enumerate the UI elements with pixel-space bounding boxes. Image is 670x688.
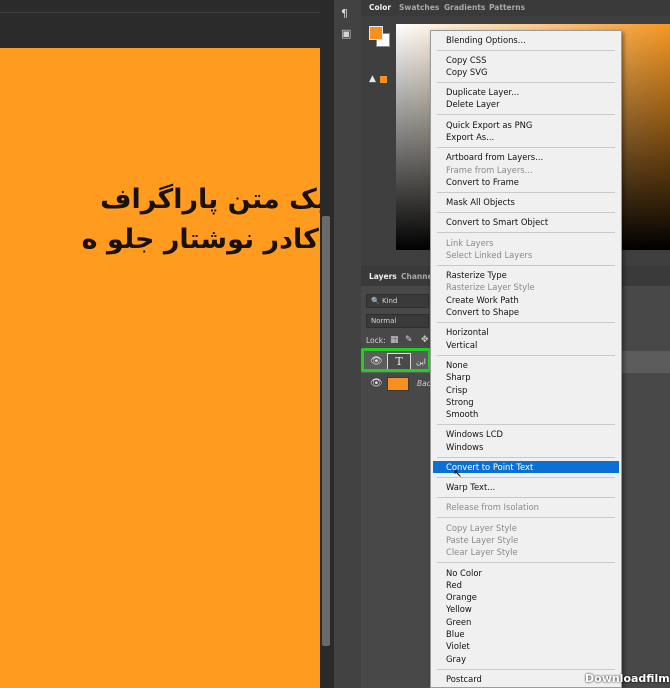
lock-move-icon[interactable]: ✥ [421, 335, 429, 345]
menu-item-green[interactable]: Green [431, 616, 621, 628]
kind-filter-label: Kind [381, 297, 398, 305]
menu-item-copy-svg[interactable]: Copy SVG [431, 66, 621, 78]
lock-label: Lock: [366, 336, 386, 345]
menu-separator [437, 517, 615, 518]
menu-item-gray[interactable]: Gray [431, 653, 621, 665]
document-pasteboard [0, 0, 320, 48]
menu-item-quick-export-png[interactable]: Quick Export as PNG [431, 119, 621, 131]
menu-separator [437, 147, 615, 148]
panel-icon-strip: ¶ ▣ [333, 0, 361, 688]
menu-separator [437, 355, 615, 356]
menu-separator [437, 82, 615, 83]
blend-mode-select[interactable]: Normal [366, 314, 429, 328]
menu-item-convert-to-frame[interactable]: Convert to Frame [431, 176, 621, 188]
canvas-text-line-1[interactable]: این یک متن پاراگراف [100, 184, 320, 215]
menu-separator [437, 562, 615, 563]
menu-item-rasterize-layer-style: Rasterize Layer Style [446, 282, 535, 292]
menu-item-blue[interactable]: Blue [431, 628, 621, 640]
tab-patterns[interactable]: Patterns [489, 3, 525, 12]
ruler-line [0, 12, 320, 13]
scrollbar-thumb[interactable] [322, 216, 330, 646]
menu-item-orange[interactable]: Orange [431, 591, 621, 603]
menu-item-delete-layer[interactable]: Delete Layer [431, 98, 621, 110]
menu-item-violet[interactable]: Violet [431, 640, 621, 652]
mouse-cursor-icon: ↖ [453, 467, 463, 480]
menu-item-frame-from-layers: Frame from Layers... [446, 165, 533, 175]
menu-separator [437, 457, 615, 458]
menu-item-warp-text[interactable]: Warp Text... [431, 481, 621, 493]
color-panel-tabs: Color Swatches Gradients Patterns [361, 0, 670, 16]
menu-item-paste-layer-style: Paste Layer Style [446, 535, 519, 545]
canvas-area: این یک متن پاراگراف توی کادر نوشتار جلو … [0, 0, 333, 688]
menu-item-mask-all-objects[interactable]: Mask All Objects [431, 196, 621, 208]
menu-separator [437, 669, 615, 670]
menu-item-duplicate-layer[interactable]: Duplicate Layer... [431, 86, 621, 98]
comment-icon[interactable]: ▣ [341, 28, 351, 40]
background-layer-thumbnail[interactable] [387, 377, 409, 391]
menu-separator [437, 265, 615, 266]
gamut-color-chip[interactable] [380, 76, 387, 83]
kind-filter-select[interactable]: 🔍 Kind [366, 294, 429, 308]
paragraph-icon[interactable]: ¶ [341, 8, 348, 20]
lock-transparent-icon[interactable]: ▦ [390, 335, 399, 345]
menu-item-windows-lcd[interactable]: Windows LCD [431, 428, 621, 440]
menu-separator [437, 232, 615, 233]
menu-item-release-from-isolation: Release from Isolation [446, 502, 539, 512]
menu-item-select-linked-layers: Select Linked Layers [446, 250, 533, 260]
lock-brush-icon[interactable]: ✎ [405, 335, 413, 345]
menu-separator [437, 477, 615, 478]
menu-item-copy-css[interactable]: Copy CSS [431, 54, 621, 66]
menu-item-clear-layer-style: Clear Layer Style [446, 547, 518, 557]
menu-item-create-work-path[interactable]: Create Work Path [431, 294, 621, 306]
menu-item-artboard-from-layers[interactable]: Artboard from Layers... [431, 151, 621, 163]
tab-layers[interactable]: Layers [369, 272, 397, 281]
blend-mode-label: Normal [371, 317, 397, 325]
vertical-scrollbar[interactable] [320, 0, 333, 688]
menu-separator [437, 50, 615, 51]
menu-item-strong[interactable]: Strong [431, 396, 621, 408]
menu-item-convert-to-shape[interactable]: Convert to Shape [431, 306, 621, 318]
menu-item-export-as[interactable]: Export As... [431, 131, 621, 143]
highlight-annotation-box [361, 348, 431, 372]
tab-swatches[interactable]: Swatches [399, 3, 439, 12]
foreground-color-swatch[interactable] [369, 26, 383, 40]
tab-gradients[interactable]: Gradients [444, 3, 485, 12]
watermark-text: Downloadfilm.ir [585, 672, 670, 685]
menu-item-crisp[interactable]: Crisp [431, 384, 621, 396]
eye-icon[interactable]: 👁 [370, 378, 383, 389]
warning-icon[interactable]: ▲ [369, 74, 376, 84]
menu-separator [437, 212, 615, 213]
menu-item-blending-options[interactable]: Blending Options... [431, 34, 621, 46]
layer-context-menu: Blending Options... Copy CSS Copy SVG Du… [430, 30, 622, 688]
menu-item-yellow[interactable]: Yellow [431, 603, 621, 615]
menu-separator [437, 497, 615, 498]
menu-item-link-layers: Link Layers [446, 238, 494, 248]
menu-item-sharp[interactable]: Sharp [431, 371, 621, 383]
menu-separator [437, 424, 615, 425]
menu-item-vertical[interactable]: Vertical [431, 339, 621, 351]
menu-separator [437, 114, 615, 115]
menu-item-horizontal[interactable]: Horizontal [431, 326, 621, 338]
menu-item-no-color[interactable]: No Color [431, 567, 621, 579]
tab-color[interactable]: Color [369, 3, 391, 12]
menu-item-red[interactable]: Red [431, 579, 621, 591]
menu-item-rasterize-type[interactable]: Rasterize Type [431, 269, 621, 281]
menu-item-windows[interactable]: Windows [431, 441, 621, 453]
menu-item-copy-layer-style: Copy Layer Style [446, 523, 517, 533]
menu-item-none[interactable]: None [431, 359, 621, 371]
document-canvas[interactable]: این یک متن پاراگراف توی کادر نوشتار جلو … [0, 48, 320, 688]
menu-separator [437, 322, 615, 323]
menu-item-smooth[interactable]: Smooth [431, 408, 621, 420]
menu-separator [437, 192, 615, 193]
menu-item-convert-to-smart-object[interactable]: Convert to Smart Object [431, 216, 621, 228]
canvas-text-line-2[interactable]: توی کادر نوشتار جلو ه [82, 224, 320, 255]
